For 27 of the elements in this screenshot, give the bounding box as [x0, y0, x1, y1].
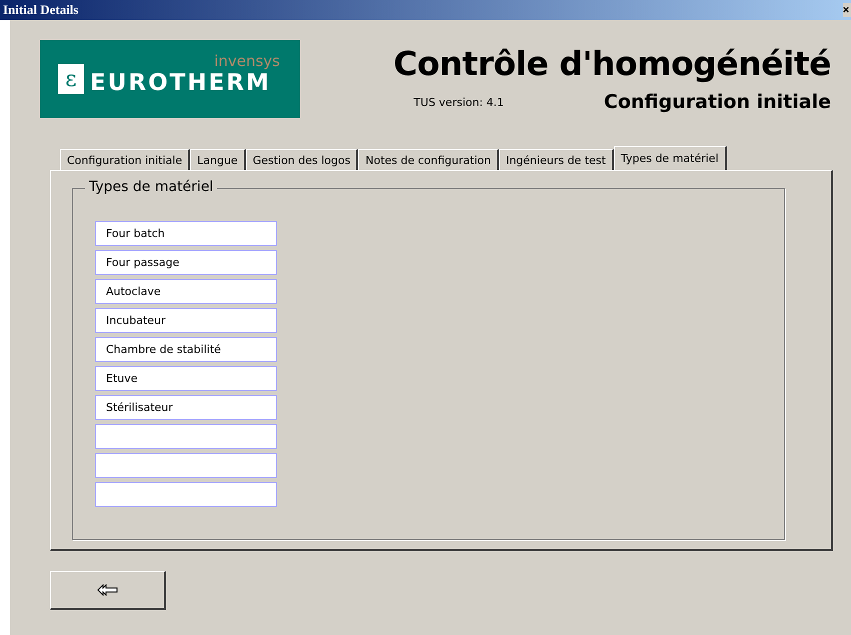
input-field[interactable]: Stérilisateur [95, 395, 277, 420]
page-title: Contrôle d'homogénéité [393, 44, 831, 83]
tab[interactable]: Configuration initiale [60, 149, 190, 170]
version-label: TUS version: 4.1 [414, 96, 504, 108]
group-title: Types de matériel [85, 179, 218, 195]
tab[interactable]: Notes de configuration [358, 149, 499, 170]
tab[interactable]: Langue [190, 149, 246, 170]
input-field[interactable]: Autoclave [95, 279, 277, 304]
input-field[interactable]: Four batch [95, 221, 277, 246]
tab[interactable]: Types de matériel [614, 146, 727, 170]
back-button[interactable] [50, 571, 166, 610]
page-subtitle: Configuration initiale [604, 91, 831, 113]
window-title: Initial Details [2, 2, 78, 18]
tab[interactable]: Ingénieurs de test [498, 149, 614, 170]
input-field[interactable] [95, 453, 277, 478]
input-field[interactable] [95, 424, 277, 449]
double-arrow-left-icon [96, 584, 118, 596]
logo-name: EUROTHERM [90, 70, 271, 96]
tab[interactable]: Gestion des logos [246, 149, 358, 170]
logo-mark: ε [58, 64, 84, 94]
input-field[interactable]: Etuve [95, 366, 277, 391]
input-field[interactable] [95, 482, 277, 507]
close-button[interactable] [843, 3, 851, 17]
input-field[interactable]: Incubateur [95, 308, 277, 333]
input-field[interactable]: Four passage [95, 250, 277, 275]
logo-brand: invensys [214, 52, 280, 70]
input-field[interactable]: Chambre de stabilité [95, 337, 277, 362]
